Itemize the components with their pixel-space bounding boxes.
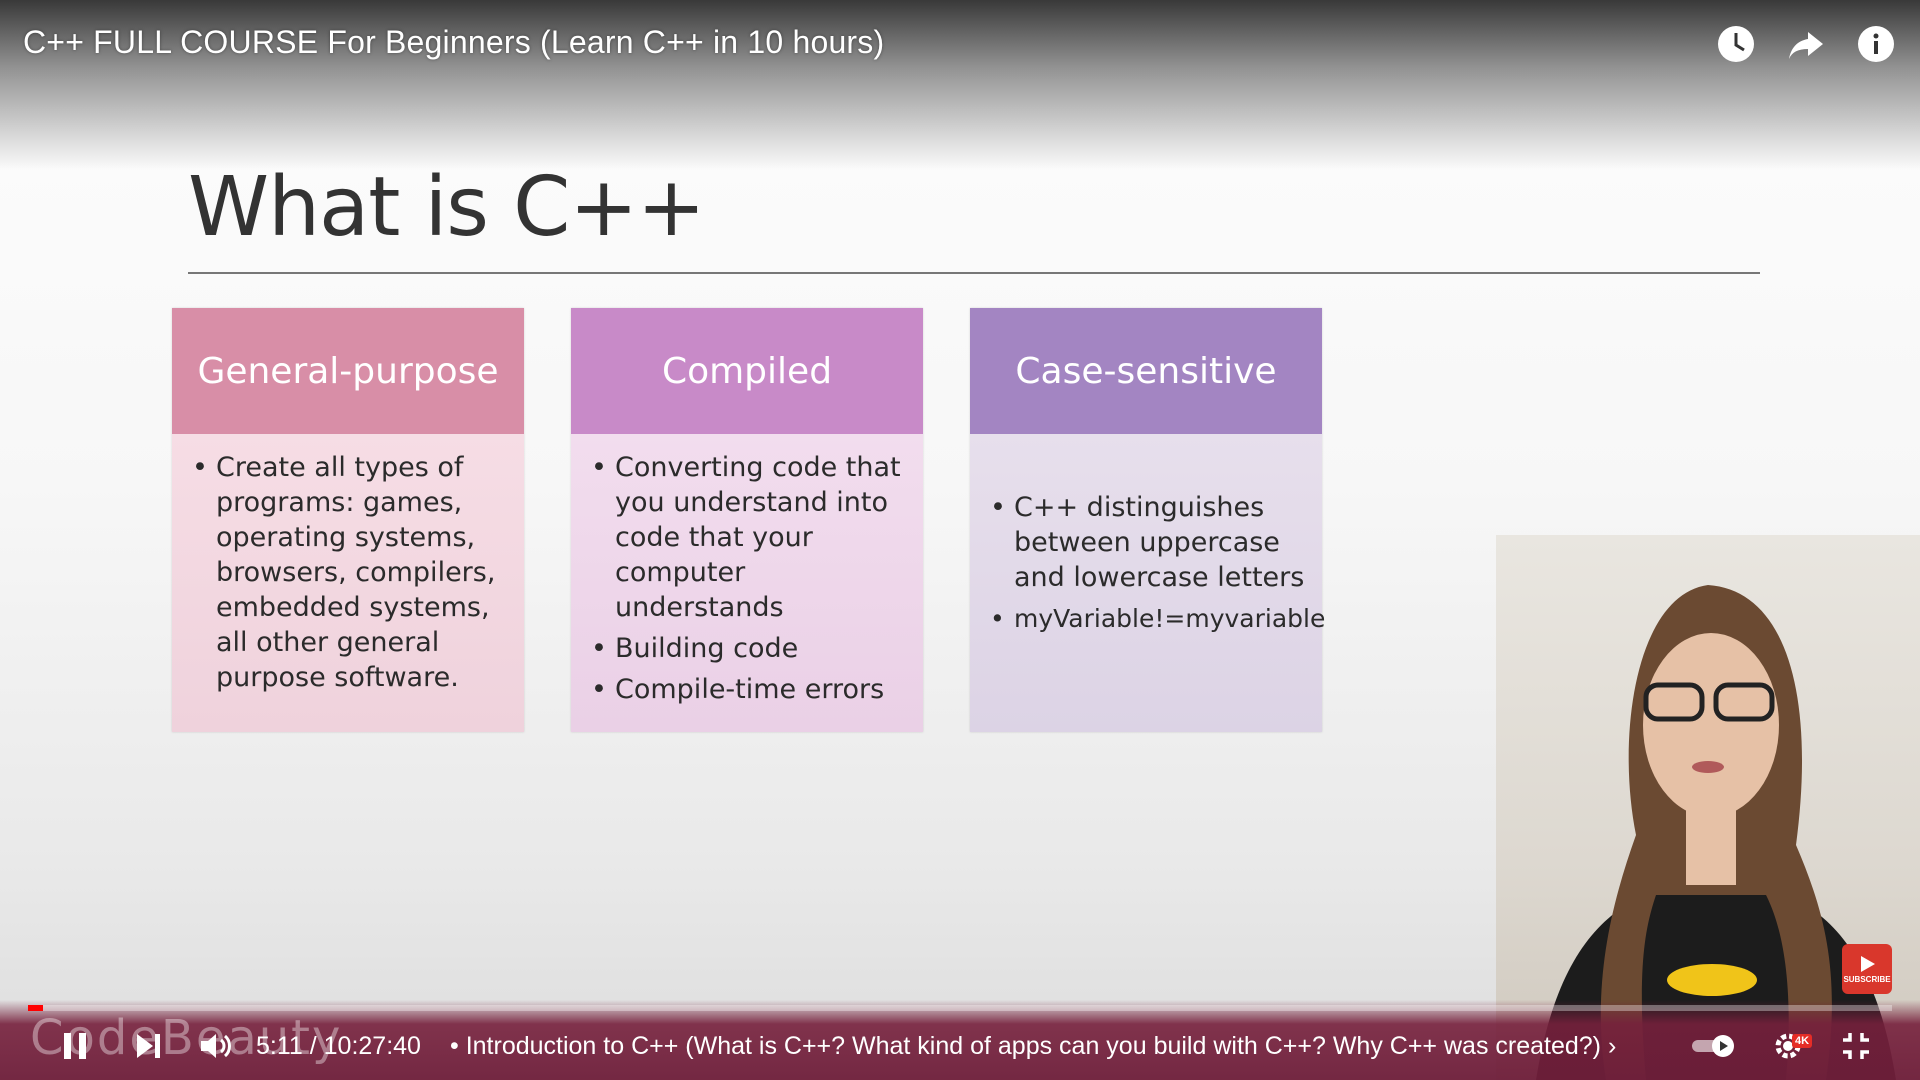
quality-badge: 4K <box>1792 1034 1813 1048</box>
autoplay-toggle[interactable] <box>1690 1028 1738 1064</box>
autoplay-icon <box>1692 1035 1734 1057</box>
exit-fullscreen-button[interactable] <box>1840 1028 1872 1064</box>
card-heading: Case-sensitive <box>970 308 1322 434</box>
share-icon[interactable] <box>1784 22 1828 66</box>
slide-divider <box>188 272 1760 274</box>
card-general-purpose: General-purpose Create all types of prog… <box>172 308 524 732</box>
card-bullet: myVariable!=myvariable <box>990 601 1325 636</box>
card-bullet: Converting code that you understand into… <box>591 450 909 625</box>
volume-icon <box>201 1034 231 1058</box>
chapter-title[interactable]: • Introduction to C++ (What is C++? What… <box>450 1032 1616 1061</box>
slide-title: What is C++ <box>188 160 706 255</box>
subscribe-badge[interactable]: SUBSCRIBE <box>1842 944 1892 994</box>
card-bullet: C++ distinguishes between uppercase and … <box>990 490 1308 595</box>
presenter-webcam <box>1496 535 1920 1080</box>
pause-button[interactable] <box>60 1028 90 1064</box>
card-bullet: Building code <box>591 631 909 666</box>
card-bullet: Compile-time errors <box>591 672 909 707</box>
card-bullet: Create all types of programs: games, ope… <box>192 450 510 695</box>
top-actions <box>1714 22 1898 66</box>
card-body: Create all types of programs: games, ope… <box>172 434 524 732</box>
card-body: Converting code that you understand into… <box>571 434 923 732</box>
watch-later-icon[interactable] <box>1714 22 1758 66</box>
skip-next-icon <box>137 1034 160 1058</box>
card-case-sensitive: Case-sensitive C++ distinguishes between… <box>970 308 1325 732</box>
pause-icon <box>64 1033 86 1059</box>
card-body: C++ distinguishes between uppercase and … <box>970 434 1325 732</box>
time-display: 5:11 / 10:27:40 <box>256 1032 421 1060</box>
card-heading: Compiled <box>571 308 923 434</box>
info-icon[interactable] <box>1854 22 1898 66</box>
video-title[interactable]: C++ FULL COURSE For Beginners (Learn C++… <box>23 24 884 61</box>
card-heading: General-purpose <box>172 308 524 434</box>
subscribe-label: SUBSCRIBE <box>1843 974 1891 984</box>
card-compiled: Compiled Converting code that you unders… <box>571 308 923 732</box>
next-button[interactable] <box>134 1028 164 1064</box>
volume-button[interactable] <box>198 1028 234 1064</box>
exit-fullscreen-icon <box>1843 1033 1869 1059</box>
presenter-figure <box>1536 585 1896 1080</box>
play-icon <box>1861 955 1875 972</box>
